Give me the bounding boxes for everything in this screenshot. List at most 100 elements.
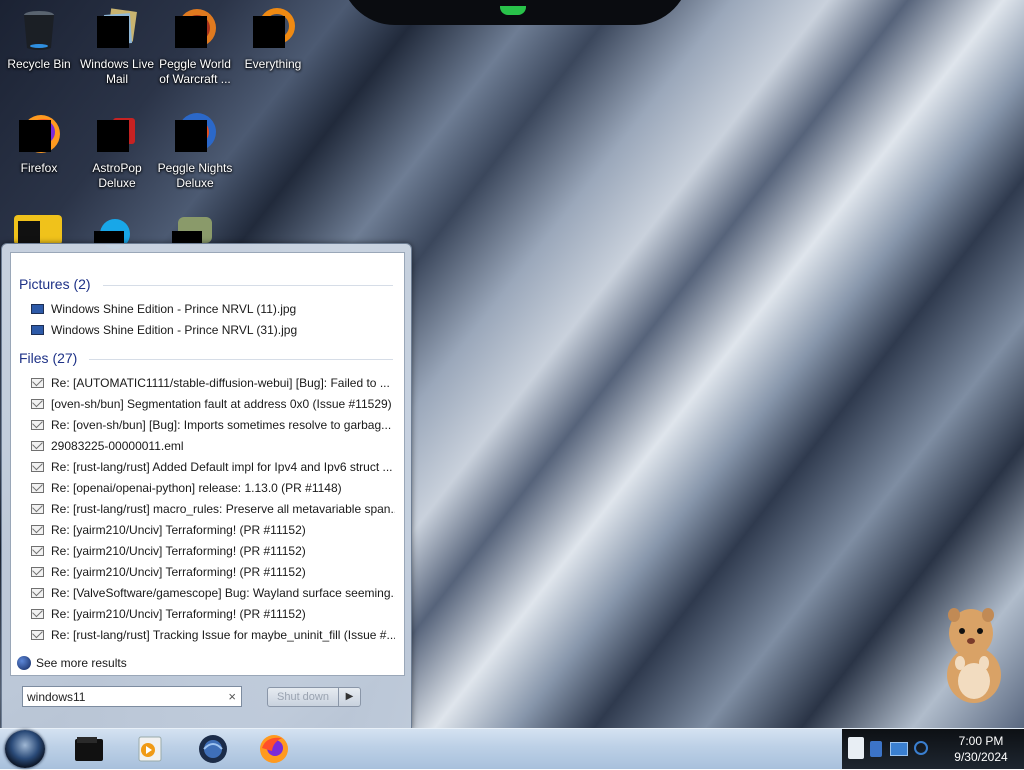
browser-icon xyxy=(199,735,227,763)
desktop-icon-label: Firefox xyxy=(20,161,58,175)
result-item-file[interactable]: [oven-sh/bun] Segmentation fault at addr… xyxy=(31,394,395,415)
taskbar-explorer-button[interactable] xyxy=(72,733,106,765)
see-more-results-link[interactable]: See more results xyxy=(17,655,127,671)
mail-file-icon xyxy=(31,420,44,430)
partial-desktop-icon[interactable] xyxy=(14,215,62,245)
search-results-pane: Pictures (2) Windows Shine Edition - Pri… xyxy=(10,252,405,676)
group-header-pictures[interactable]: Pictures (2) xyxy=(19,276,91,292)
picture-file-icon xyxy=(31,325,44,335)
search-input[interactable] xyxy=(27,689,217,704)
hamster-gadget[interactable] xyxy=(938,605,1008,705)
desktop-icon-label: AstroPop Deluxe xyxy=(92,161,142,190)
see-more-label: See more results xyxy=(36,656,127,670)
mail-file-icon xyxy=(31,630,44,640)
result-item-label: Re: [rust-lang/rust] Tracking Issue for … xyxy=(51,628,395,642)
taskbar: 7:00 PM 9/30/2024 xyxy=(0,728,1024,769)
recycle-bin-icon xyxy=(17,8,61,52)
result-item-label: Re: [yairm210/Unciv] Terraforming! (PR #… xyxy=(51,544,306,558)
result-item-label: Re: [rust-lang/rust] macro_rules: Preser… xyxy=(51,502,395,516)
desktop-icon-peggle-wow[interactable]: Peggle World of Warcraft ... xyxy=(156,8,234,87)
astropop-icon: A xyxy=(95,112,139,156)
result-item-label: Re: [yairm210/Unciv] Terraforming! (PR #… xyxy=(51,523,306,537)
start-menu: Pictures (2) Windows Shine Edition - Pri… xyxy=(1,243,412,729)
clock-date: 9/30/2024 xyxy=(954,750,1008,764)
result-item-file[interactable]: Re: [rust-lang/rust] Added Default impl … xyxy=(31,457,395,478)
result-item-file[interactable]: Re: [yairm210/Unciv] Terraforming! (PR #… xyxy=(31,562,395,583)
desktop-icon-label: Everything xyxy=(244,57,302,71)
desktop-icon-label: Peggle World of Warcraft ... xyxy=(159,57,231,86)
clock-time: 7:00 PM xyxy=(958,734,1004,748)
mail-file-icon xyxy=(31,567,44,577)
partial-desktop-icon[interactable] xyxy=(92,215,136,249)
notification-area xyxy=(842,729,938,769)
result-item-file[interactable]: Re: [AUTOMATIC1111/stable-diffusion-webu… xyxy=(31,373,395,394)
tray-network-icon[interactable] xyxy=(890,742,908,756)
divider xyxy=(89,359,393,360)
shutdown-button[interactable]: Shut down xyxy=(267,687,339,707)
mail-file-icon xyxy=(31,504,44,514)
desktop-icon-everything[interactable]: Everything xyxy=(234,8,312,72)
tray-shield-icon[interactable] xyxy=(870,741,882,757)
taskbar-browser-button[interactable] xyxy=(196,733,230,765)
desktop-icon-recycle-bin[interactable]: Recycle Bin xyxy=(0,8,78,72)
result-item-file[interactable]: Re: [openai/openai-python] release: 1.13… xyxy=(31,478,395,499)
result-item-file[interactable]: Re: [rust-lang/rust] Tracking Issue for … xyxy=(31,625,395,646)
taskbar-firefox-button[interactable] xyxy=(257,733,291,765)
result-item-label: Re: [yairm210/Unciv] Terraforming! (PR #… xyxy=(51,565,306,579)
globe-icon xyxy=(17,656,31,670)
mail-file-icon xyxy=(31,378,44,388)
result-item-file[interactable]: Re: [yairm210/Unciv] Terraforming! (PR #… xyxy=(31,541,395,562)
result-item-file[interactable]: Re: [ValveSoftware/gamescope] Bug: Wayla… xyxy=(31,583,395,604)
peggle-nights-icon xyxy=(173,112,217,156)
notch-indicator-icon xyxy=(500,6,526,15)
desktop-icon-label: Peggle Nights Deluxe xyxy=(157,161,233,190)
result-item-file[interactable]: Re: [oven-sh/bun] [Bug]: Imports sometim… xyxy=(31,415,395,436)
partial-desktop-icon[interactable] xyxy=(170,215,218,245)
tray-volume-icon[interactable] xyxy=(914,741,928,755)
start-button[interactable] xyxy=(5,730,45,768)
result-item-picture[interactable]: Windows Shine Edition - Prince NRVL (31)… xyxy=(31,320,395,341)
desktop-icon-windows-live-mail[interactable]: Windows Live Mail xyxy=(78,8,156,87)
explorer-icon xyxy=(75,737,103,761)
result-item-label: Re: [AUTOMATIC1111/stable-diffusion-webu… xyxy=(51,376,390,390)
result-item-label: Re: [ValveSoftware/gamescope] Bug: Wayla… xyxy=(51,586,395,600)
mail-file-icon xyxy=(31,525,44,535)
desktop-icon-astropop[interactable]: A AstroPop Deluxe xyxy=(78,112,156,191)
result-item-label: 29083225-00000011.eml xyxy=(51,439,184,453)
result-item-label: Re: [oven-sh/bun] [Bug]: Imports sometim… xyxy=(51,418,392,432)
peggle-wow-icon xyxy=(173,8,217,52)
firefox-icon xyxy=(260,735,288,763)
firefox-icon xyxy=(17,112,61,156)
mail-file-icon xyxy=(31,546,44,556)
tray-s-icon[interactable] xyxy=(848,737,864,759)
mail-file-icon xyxy=(31,483,44,493)
mail-file-icon xyxy=(31,588,44,598)
result-item-label: Re: [yairm210/Unciv] Terraforming! (PR #… xyxy=(51,607,306,621)
result-item-label: [oven-sh/bun] Segmentation fault at addr… xyxy=(51,397,392,411)
divider xyxy=(103,285,393,286)
group-header-files[interactable]: Files (27) xyxy=(19,350,77,366)
mail-file-icon xyxy=(31,609,44,619)
media-player-icon xyxy=(138,736,162,762)
mail-file-icon xyxy=(31,462,44,472)
system-clock[interactable]: 7:00 PM 9/30/2024 xyxy=(938,729,1024,769)
start-search-box[interactable]: × xyxy=(22,686,242,707)
desktop-icon-firefox[interactable]: Firefox xyxy=(0,112,78,176)
result-item-file[interactable]: Re: [rust-lang/rust] macro_rules: Preser… xyxy=(31,499,395,520)
result-item-picture[interactable]: Windows Shine Edition - Prince NRVL (11)… xyxy=(31,299,395,320)
desktop-icon-label: Windows Live Mail xyxy=(79,57,155,86)
clear-search-icon[interactable]: × xyxy=(228,689,236,704)
shutdown-options-arrow-icon[interactable]: ▶ xyxy=(338,687,361,707)
windows-live-mail-icon xyxy=(95,8,139,52)
picture-file-icon xyxy=(31,304,44,314)
result-item-label: Re: [rust-lang/rust] Added Default impl … xyxy=(51,460,393,474)
desktop-icon-peggle-nights[interactable]: Peggle Nights Deluxe xyxy=(156,112,234,191)
result-item-file[interactable]: Re: [yairm210/Unciv] Terraforming! (PR #… xyxy=(31,604,395,625)
result-item-file[interactable]: 29083225-00000011.eml xyxy=(31,436,395,457)
taskbar-media-player-button[interactable] xyxy=(133,733,167,765)
everything-icon xyxy=(251,8,295,52)
shutdown-control[interactable]: Shut down ▶ xyxy=(267,687,361,707)
result-item-label: Windows Shine Edition - Prince NRVL (11)… xyxy=(51,302,297,316)
result-item-file[interactable]: Re: [yairm210/Unciv] Terraforming! (PR #… xyxy=(31,520,395,541)
result-item-label: Windows Shine Edition - Prince NRVL (31)… xyxy=(51,323,298,337)
